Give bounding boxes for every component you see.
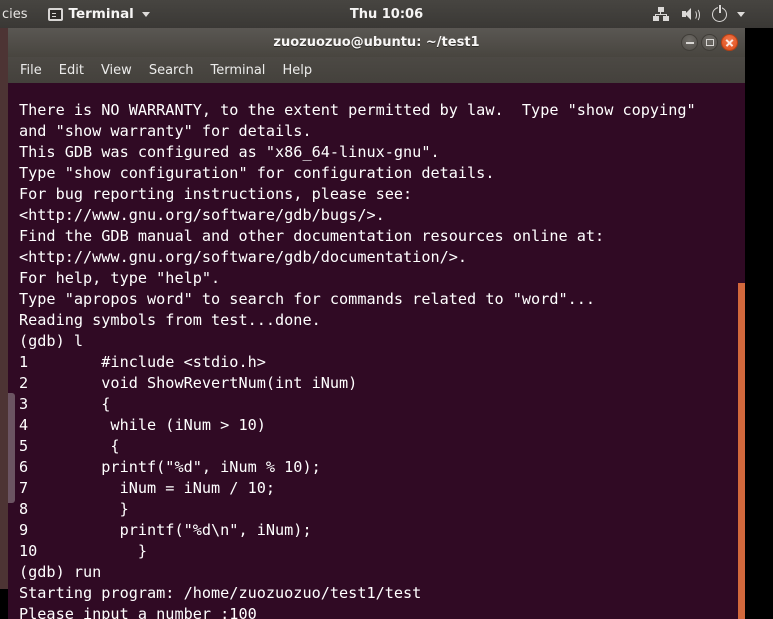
network-icon[interactable]: [653, 7, 669, 21]
chevron-down-icon[interactable]: [737, 11, 745, 17]
menu-file[interactable]: File: [20, 63, 42, 78]
window-title: zuozuozuo@ubuntu: ~/test1: [273, 35, 480, 50]
chevron-down-icon: [141, 11, 150, 17]
terminal-output-area[interactable]: There is NO WARRANTY, to the extent perm…: [8, 83, 745, 619]
app-indicator-terminal[interactable]: Terminal: [42, 6, 156, 22]
panel-indicators-group: [653, 0, 745, 28]
terminal-scrollbar-thumb[interactable]: [738, 283, 745, 619]
unity-top-panel: cies Terminal Thu 10:06: [0, 0, 773, 28]
truncated-menu-label[interactable]: cies: [0, 7, 42, 22]
menu-bar: File Edit View Search Terminal Help: [8, 57, 745, 83]
desktop-screen: cies Terminal Thu 10:06 zuozuozuo@ubuntu…: [0, 0, 773, 619]
window-title-bar[interactable]: zuozuozuo@ubuntu: ~/test1: [8, 28, 745, 57]
panel-left-group: cies Terminal: [0, 0, 156, 28]
unity-launcher-edge[interactable]: [0, 28, 8, 589]
volume-icon[interactable]: [682, 7, 700, 22]
maximize-button[interactable]: [701, 34, 718, 51]
menu-help[interactable]: Help: [282, 63, 312, 78]
terminal-text: There is NO WARRANTY, to the extent perm…: [19, 101, 696, 619]
menu-edit[interactable]: Edit: [59, 63, 84, 78]
menu-search[interactable]: Search: [149, 63, 194, 78]
overlay-scrollbar-handle[interactable]: [8, 393, 15, 503]
terminal-scrollbar[interactable]: [738, 83, 745, 619]
close-button[interactable]: [721, 34, 738, 51]
terminal-icon: [47, 7, 63, 21]
menu-terminal[interactable]: Terminal: [210, 63, 265, 78]
terminal-window: zuozuozuo@ubuntu: ~/test1 File Edit View…: [8, 28, 745, 619]
minimize-button[interactable]: [681, 34, 698, 51]
app-indicator-label: Terminal: [68, 6, 134, 22]
power-icon[interactable]: [712, 4, 727, 22]
window-controls: [681, 28, 738, 57]
menu-view[interactable]: View: [101, 63, 132, 78]
